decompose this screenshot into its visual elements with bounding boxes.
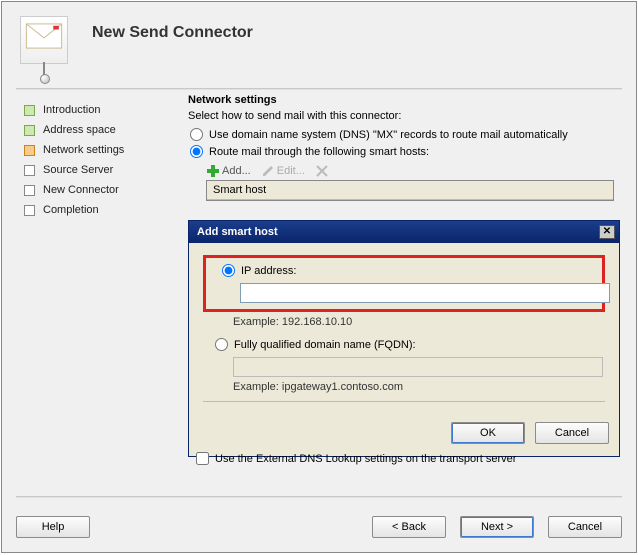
sidebar-item-address-space[interactable]: Address space — [24, 120, 174, 140]
dialog-title: Add smart host — [197, 226, 278, 238]
help-button[interactable]: Help — [16, 516, 90, 538]
sidebar-item-new-connector[interactable]: New Connector — [24, 180, 174, 200]
fqdn-example: Example: ipgateway1.contoso.com — [233, 381, 605, 393]
grid-column-header: Smart host — [207, 181, 613, 200]
divider — [16, 88, 622, 90]
section-title: Network settings — [188, 94, 620, 106]
back-button[interactable]: < Back — [372, 516, 446, 538]
wizard-header: New Send Connector — [2, 2, 636, 64]
radio-dns[interactable]: Use domain name system (DNS) "MX" record… — [188, 126, 620, 143]
radio-fqdn[interactable]: Fully qualified domain name (FQDN): — [203, 336, 605, 353]
pencil-icon — [261, 164, 275, 178]
edit-label: Edit... — [277, 165, 305, 177]
add-label: Add... — [222, 165, 251, 177]
add-smart-host-dialog: Add smart host ✕ IP address: Example: 19… — [188, 220, 620, 457]
sidebar-label: Network settings — [43, 144, 124, 156]
ip-address-input[interactable] — [240, 283, 610, 303]
dialog-cancel-button[interactable]: Cancel — [535, 422, 609, 444]
radio-fqdn-input[interactable] — [215, 338, 228, 351]
smarthost-toolbar: Add... Edit... — [206, 164, 620, 178]
wizard-button-bar: Help < Back Next > Cancel — [16, 516, 622, 538]
radio-smarthost-input[interactable] — [190, 145, 203, 158]
sidebar-item-network-settings[interactable]: Network settings — [24, 140, 174, 160]
sidebar-label: Introduction — [43, 104, 100, 116]
next-button[interactable]: Next > — [460, 516, 534, 538]
radio-smarthost-label: Route mail through the following smart h… — [209, 146, 429, 158]
dialog-body: IP address: Example: 192.168.10.10 Fully… — [189, 243, 619, 422]
highlight-box: IP address: — [203, 255, 605, 312]
mail-icon — [20, 16, 68, 64]
close-icon[interactable]: ✕ — [599, 225, 615, 239]
radio-ip-label: IP address: — [241, 265, 296, 277]
ok-button[interactable]: OK — [451, 422, 525, 444]
dialog-titlebar[interactable]: Add smart host ✕ — [189, 221, 619, 243]
delete-button — [315, 164, 329, 178]
wizard-sidebar: Introduction Address space Network setti… — [24, 100, 174, 220]
sidebar-label: New Connector — [43, 184, 119, 196]
plus-icon — [206, 164, 220, 178]
smarthost-grid[interactable]: Smart host — [206, 180, 614, 201]
bottom-divider — [16, 496, 622, 498]
edit-button: Edit... — [261, 164, 305, 178]
radio-fqdn-label: Fully qualified domain name (FQDN): — [234, 339, 416, 351]
radio-dns-input[interactable] — [190, 128, 203, 141]
wizard-cancel-button[interactable]: Cancel — [548, 516, 622, 538]
dialog-button-row: OK Cancel — [189, 422, 619, 456]
sidebar-item-completion[interactable]: Completion — [24, 200, 174, 220]
radio-ip-input[interactable] — [222, 264, 235, 277]
radio-dns-label: Use domain name system (DNS) "MX" record… — [209, 129, 568, 141]
section-desc: Select how to send mail with this connec… — [188, 110, 620, 122]
ip-example: Example: 192.168.10.10 — [233, 316, 605, 328]
sidebar-label: Address space — [43, 124, 116, 136]
dialog-divider — [203, 401, 605, 402]
wizard-title: New Send Connector — [92, 24, 253, 42]
delete-icon — [315, 164, 329, 178]
external-dns-label: Use the External DNS Lookup settings on … — [215, 453, 516, 465]
radio-smarthost[interactable]: Route mail through the following smart h… — [188, 143, 620, 160]
sidebar-item-introduction[interactable]: Introduction — [24, 100, 174, 120]
sidebar-label: Source Server — [43, 164, 113, 176]
radio-ip[interactable]: IP address: — [210, 262, 598, 279]
sidebar-item-source-server[interactable]: Source Server — [24, 160, 174, 180]
wizard-window: New Send Connector Introduction Address … — [1, 1, 637, 553]
add-button[interactable]: Add... — [206, 164, 251, 178]
external-dns-checkbox-row[interactable]: Use the External DNS Lookup settings on … — [196, 452, 516, 465]
icon-stem — [40, 62, 48, 82]
fqdn-input — [233, 357, 603, 377]
external-dns-checkbox[interactable] — [196, 452, 209, 465]
sidebar-label: Completion — [43, 204, 99, 216]
